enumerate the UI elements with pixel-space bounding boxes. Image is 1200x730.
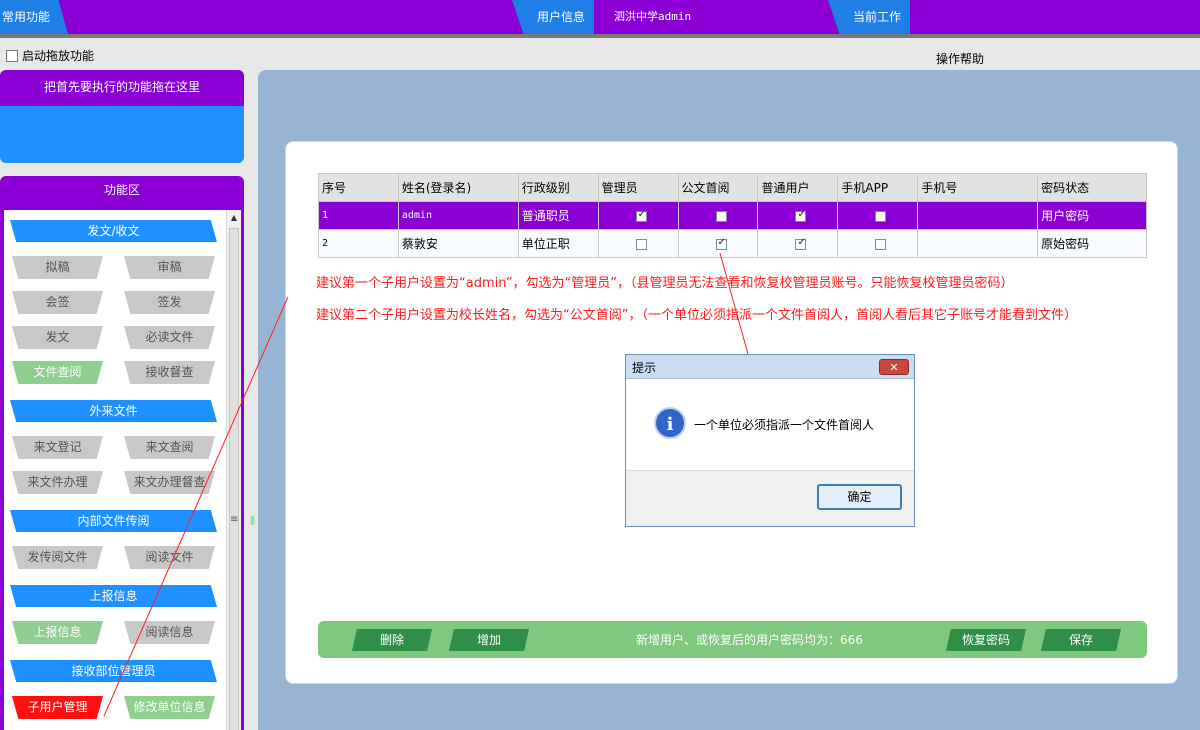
- quick-drop-panel[interactable]: 把首先要执行的功能拖在这里: [0, 70, 244, 163]
- col-level: 行政级别: [517, 173, 599, 202]
- ok-button[interactable]: 确定: [817, 484, 902, 510]
- row-phone[interactable]: [917, 201, 1039, 230]
- normal-user-checkbox[interactable]: [795, 237, 807, 250]
- first-read-checkbox[interactable]: [715, 210, 727, 222]
- section-internal[interactable]: 内部文件传阅: [10, 510, 217, 532]
- countersign-button[interactable]: 会签: [12, 291, 103, 314]
- splitter-grip-icon[interactable]: ≡: [230, 514, 238, 525]
- sub-user-table: 序号 姓名(登录名) 行政级别 管理员 公文首阅 普通用户 手机APP 手机号 …: [318, 173, 1147, 258]
- row-first-read-cell: [677, 201, 759, 230]
- function-panel-title: 功能区: [103, 183, 140, 197]
- row-no: 1: [318, 201, 399, 230]
- col-no: 序号: [318, 173, 399, 202]
- info-icon: i: [654, 407, 686, 439]
- receive-supervise-button[interactable]: 接收督查: [124, 361, 215, 384]
- section-report[interactable]: 上报信息: [10, 585, 217, 607]
- function-panel: 功能区 发文/收文 拟稿 审稿 会签 签发 发文 必读文件 文件查阅 接收督查 …: [0, 176, 244, 730]
- row-admin-cell: [597, 201, 679, 230]
- incoming-lookup-button[interactable]: 来文查阅: [124, 436, 215, 459]
- row-normal-user-cell: [757, 229, 839, 258]
- section-external[interactable]: 外来文件: [10, 400, 217, 422]
- scroll-up-icon[interactable]: ▲: [227, 210, 241, 226]
- drag-toggle[interactable]: 启动拖放功能: [6, 47, 94, 64]
- table-row[interactable]: 2 蔡敦安 单位正职 原始密码: [318, 229, 1147, 258]
- action-bar: 删除 增加 新增用户、或恢复后的用户密码均为：666 恢复密码 保存: [318, 621, 1147, 658]
- col-phone: 手机号: [917, 173, 1039, 202]
- splitter-handle-icon[interactable]: ⦀: [250, 514, 255, 529]
- prompt-dialog: 提示 ✕ i 一个单位必须指派一个文件首阅人 确定: [625, 354, 915, 527]
- edit-unit-info-button[interactable]: 修改单位信息: [124, 696, 215, 719]
- draft-button[interactable]: 拟稿: [12, 256, 103, 279]
- row-level[interactable]: 普通职员: [517, 201, 599, 230]
- row-phone[interactable]: [917, 229, 1039, 258]
- col-first-read: 公文首阅: [677, 173, 759, 202]
- row-app-cell: [837, 201, 919, 230]
- school-name: 泗洪中学admin: [594, 0, 742, 34]
- delete-button[interactable]: 删除: [352, 629, 432, 651]
- note-second-user: 建议第二个子用户设置为校长姓名，勾选为“公文首阅”，（一个单位必须指派一个文件首…: [316, 308, 1077, 323]
- save-button[interactable]: 保存: [1041, 629, 1121, 651]
- table-row[interactable]: 1 admin 普通职员 用户密码: [318, 201, 1147, 230]
- sub-user-manage-button[interactable]: 子用户管理: [12, 696, 103, 719]
- row-normal-user-cell: [757, 201, 839, 230]
- report-info-button[interactable]: 上报信息: [12, 621, 103, 644]
- read-file-button[interactable]: 阅读文件: [124, 546, 215, 569]
- row-first-read-cell: [677, 229, 759, 258]
- tab-common-functions[interactable]: 常用功能: [0, 0, 68, 34]
- default-password-info: 新增用户、或恢复后的用户密码均为：666: [636, 633, 863, 647]
- review-button[interactable]: 审稿: [124, 256, 215, 279]
- dialog-titlebar[interactable]: 提示 ✕: [626, 355, 914, 379]
- send-circulate-button[interactable]: 发传阅文件: [12, 546, 103, 569]
- normal-user-checkbox[interactable]: [795, 209, 807, 222]
- row-name[interactable]: 蔡敦安: [397, 229, 519, 258]
- scroll-thumb[interactable]: [229, 228, 239, 730]
- doc-lookup-button[interactable]: 文件查阅: [12, 361, 103, 384]
- col-app: 手机APP: [837, 173, 919, 202]
- sign-issue-button[interactable]: 签发: [124, 291, 215, 314]
- col-name: 姓名(登录名): [397, 173, 519, 202]
- app-checkbox[interactable]: [875, 238, 887, 250]
- tab-current-work[interactable]: 当前工作: [828, 0, 910, 34]
- section-admin[interactable]: 接收部位管理员: [10, 660, 217, 682]
- note-first-user: 建议第一个子用户设置为“admin”，勾选为“管理员”，（县管理员无法查看和恢复…: [316, 276, 1014, 291]
- required-reading-button[interactable]: 必读文件: [124, 326, 215, 349]
- row-name[interactable]: admin: [397, 201, 519, 230]
- dialog-message: 一个单位必须指派一个文件首阅人: [694, 418, 875, 432]
- row-app-cell: [837, 229, 919, 258]
- admin-checkbox[interactable]: [635, 238, 647, 250]
- close-icon[interactable]: ✕: [879, 359, 909, 375]
- row-level[interactable]: 单位正职: [517, 229, 599, 258]
- tab-user-info[interactable]: 用户信息: [512, 0, 594, 34]
- drag-toggle-label: 启动拖放功能: [22, 49, 95, 63]
- app-checkbox[interactable]: [875, 210, 887, 222]
- table-header-row: 序号 姓名(登录名) 行政级别 管理员 公文首阅 普通用户 手机APP 手机号 …: [318, 173, 1147, 202]
- send-doc-button[interactable]: 发文: [12, 326, 103, 349]
- quick-drop-panel-title: 把首先要执行的功能拖在这里: [0, 70, 244, 106]
- drag-toggle-checkbox[interactable]: [6, 49, 18, 62]
- row-pwd-status: 用户密码: [1037, 201, 1147, 230]
- col-admin: 管理员: [597, 173, 679, 202]
- top-bar-divider: [0, 34, 1200, 38]
- admin-checkbox[interactable]: [635, 209, 647, 222]
- function-list: 发文/收文 拟稿 审稿 会签 签发 发文 必读文件 文件查阅 接收督查 外来文件…: [4, 210, 226, 730]
- add-button[interactable]: 增加: [449, 629, 529, 651]
- section-dispatch[interactable]: 发文/收文: [10, 220, 217, 242]
- dialog-footer: 确定: [626, 470, 914, 526]
- dialog-title: 提示: [632, 361, 657, 375]
- row-admin-cell: [597, 229, 679, 258]
- read-info-button[interactable]: 阅读信息: [124, 621, 215, 644]
- incoming-supervise-button[interactable]: 来文办理督查: [124, 471, 215, 494]
- function-scrollbar[interactable]: ▲: [226, 210, 241, 730]
- col-pwd-status: 密码状态: [1037, 173, 1147, 202]
- incoming-register-button[interactable]: 来文登记: [12, 436, 103, 459]
- row-no: 2: [318, 229, 399, 258]
- first-read-checkbox[interactable]: [715, 237, 727, 250]
- help-link[interactable]: 操作帮助: [936, 50, 984, 67]
- incoming-handle-button[interactable]: 来文件办理: [12, 471, 103, 494]
- col-normal-user: 普通用户: [757, 173, 839, 202]
- restore-password-button[interactable]: 恢复密码: [946, 629, 1026, 651]
- row-pwd-status: 原始密码: [1037, 229, 1147, 258]
